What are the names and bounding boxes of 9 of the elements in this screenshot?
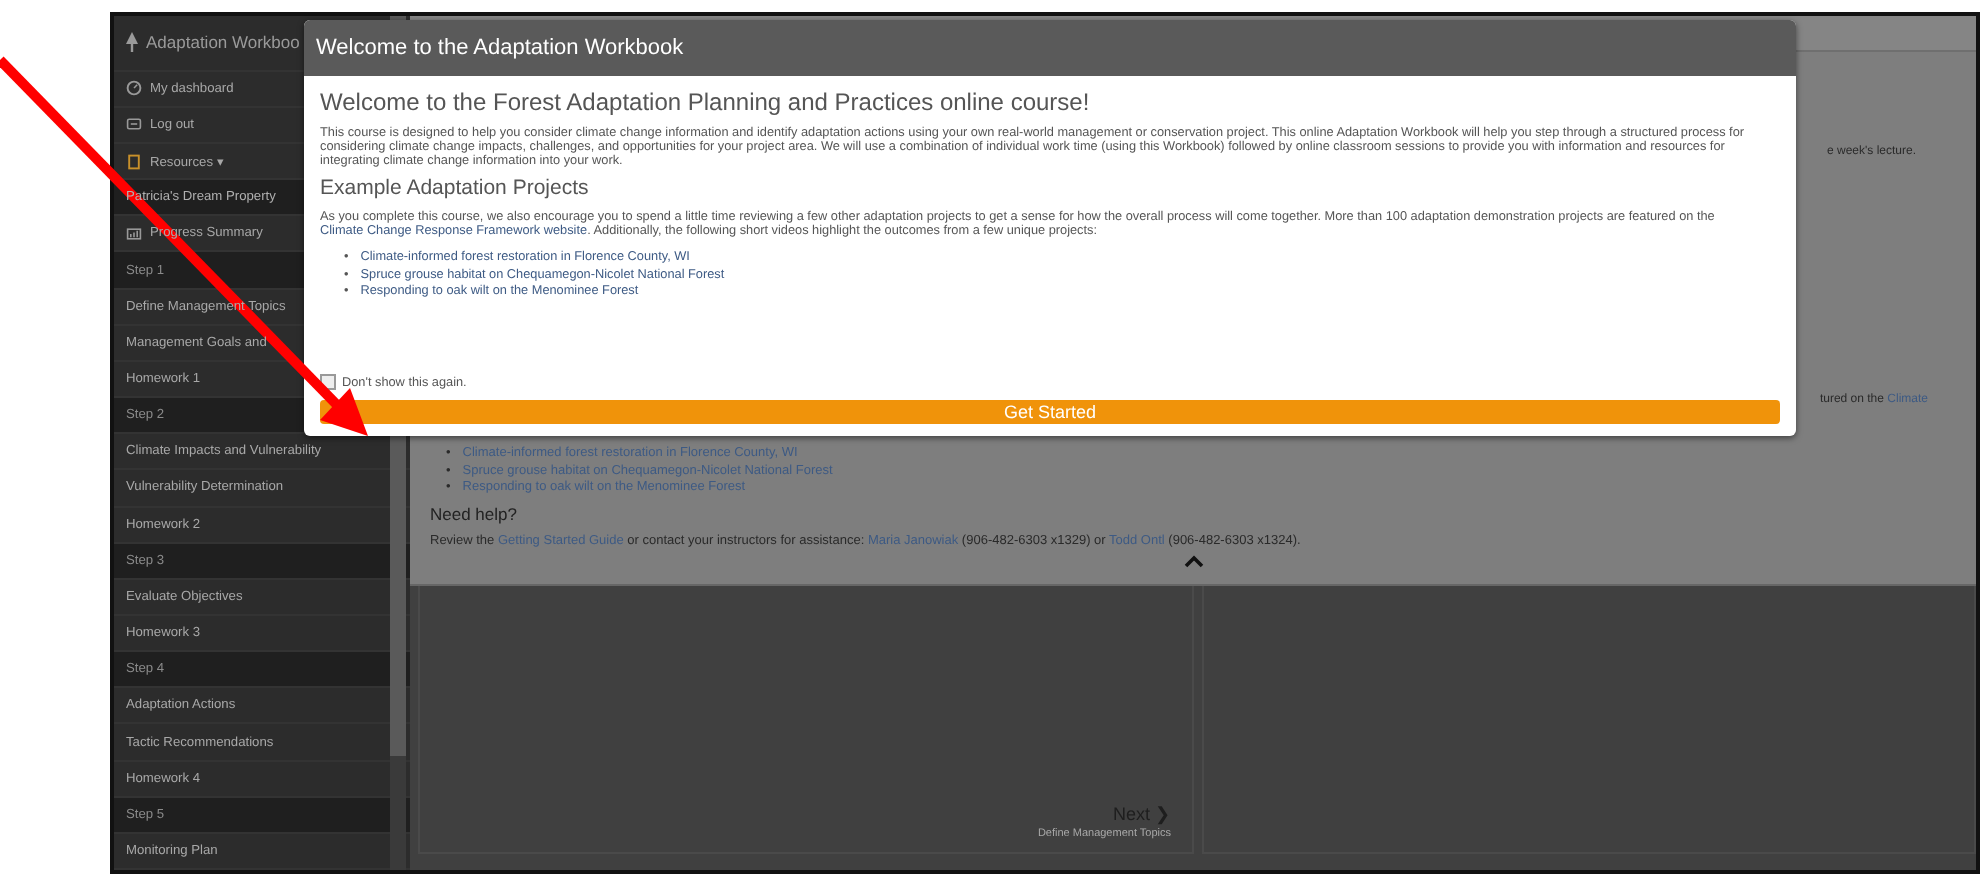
logout-icon	[126, 116, 142, 133]
app-title: Adaptation Workboo	[146, 32, 300, 53]
help-heading: Need help?	[430, 503, 519, 523]
book-icon	[126, 153, 142, 170]
tree-icon	[126, 32, 138, 53]
collapse-icon[interactable]	[1183, 553, 1203, 567]
dialog-title: Welcome to the Adaptation Workbook	[304, 20, 1796, 76]
dashboard-icon	[126, 80, 142, 97]
chart-icon	[126, 225, 142, 242]
